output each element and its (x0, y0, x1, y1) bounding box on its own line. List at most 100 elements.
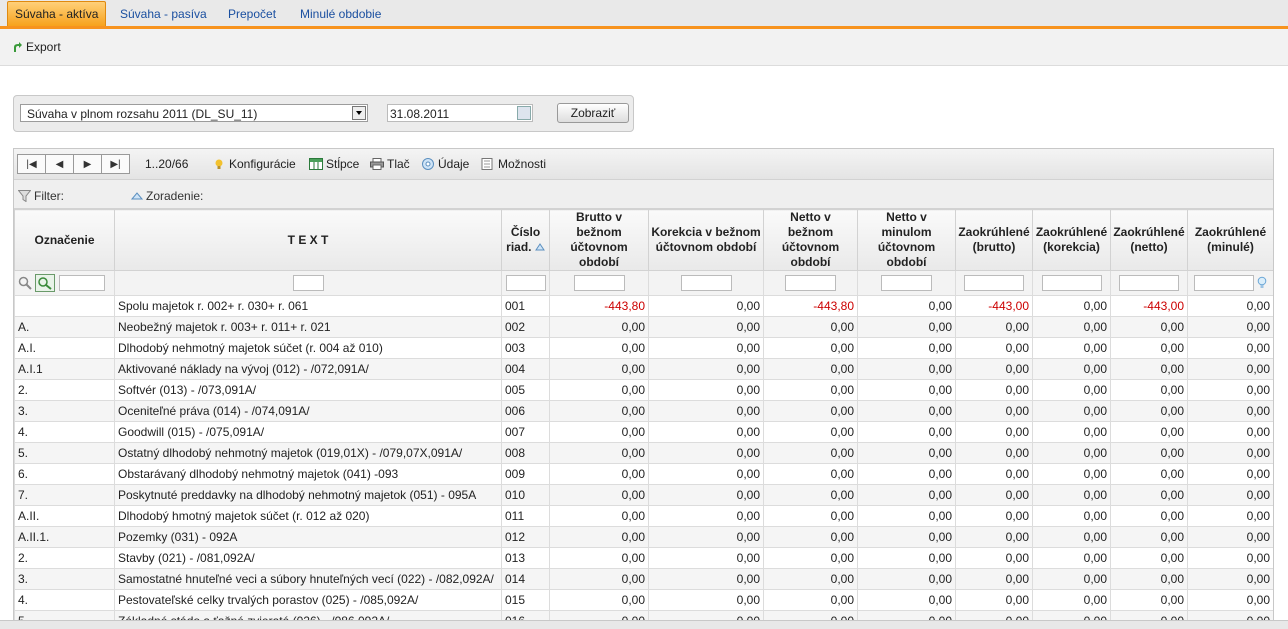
cell-zaok-netto: 0,00 (1111, 569, 1188, 590)
lightbulb-icon (212, 158, 226, 170)
table-row[interactable]: A.Neobežný majetok r. 003+ r. 011+ r. 02… (15, 317, 1274, 338)
table-row[interactable]: A.I.Dlhodobý nehmotný majetok súčet (r. … (15, 338, 1274, 359)
table-row[interactable]: A.II.1.Pozemky (031) - 092A0120,000,000,… (15, 527, 1274, 548)
cell-netto: 0,00 (764, 401, 858, 422)
search-apply-icon[interactable] (35, 274, 55, 292)
columns-button[interactable]: Stĺpce (309, 157, 359, 171)
cell-zaok-netto: 0,00 (1111, 338, 1188, 359)
cell-brutto: 0,00 (550, 317, 649, 338)
table-row[interactable]: 2.Softvér (013) - /073,091A/0050,000,000… (15, 380, 1274, 401)
cell-cislo: 013 (502, 548, 550, 569)
action-bar: Export (0, 29, 1288, 66)
date-value: 31.08.2011 (390, 107, 449, 121)
cell-netto: 0,00 (764, 506, 858, 527)
table-row[interactable]: 4.Goodwill (015) - /075,091A/0070,000,00… (15, 422, 1274, 443)
filter-input-netto-minulom[interactable] (881, 275, 932, 291)
table-row[interactable]: 3.Oceniteľné práva (014) - /074,091A/006… (15, 401, 1274, 422)
filter-cell-zaok-brutto (956, 271, 1033, 296)
filter-input-text[interactable] (293, 275, 324, 291)
cell-netto-minulom: 0,00 (858, 443, 956, 464)
export-button[interactable]: Export (12, 40, 61, 54)
col-zaok-netto[interactable]: Zaokrúhlené (netto) (1111, 210, 1188, 271)
tab-suvaha-aktiva[interactable]: Súvaha - aktíva (7, 1, 106, 26)
cell-brutto: 0,00 (550, 359, 649, 380)
cell-zaok-korekcia: 0,00 (1033, 296, 1111, 317)
table-row[interactable]: 3.Samostatné hnuteľné veci a súbory hnut… (15, 569, 1274, 590)
config-button[interactable]: Konfigurácie (212, 157, 296, 171)
col-netto-minulom[interactable]: Netto v minulom účtovnom období (858, 210, 956, 271)
cell-text: Spolu majetok r. 002+ r. 030+ r. 061 (115, 296, 502, 317)
col-text[interactable]: T E X T (115, 210, 502, 271)
sort-toggle[interactable]: Zoradenie: (131, 189, 203, 203)
cell-cislo: 004 (502, 359, 550, 380)
filter-cell-oznacenie (15, 271, 115, 296)
cell-zaok-netto: 0,00 (1111, 401, 1188, 422)
filter-input-zaok-minule[interactable] (1194, 275, 1254, 291)
date-field[interactable]: 31.08.2011 (387, 104, 533, 122)
col-netto[interactable]: Netto v bežnom účtovnom období (764, 210, 858, 271)
filter-input-zaok-korekcia[interactable] (1042, 275, 1102, 291)
chevron-down-icon[interactable] (352, 106, 366, 120)
filter-cell-brutto (550, 271, 649, 296)
cell-netto-minulom: 0,00 (858, 464, 956, 485)
table-row[interactable]: Spolu majetok r. 002+ r. 030+ r. 061001-… (15, 296, 1274, 317)
export-label: Export (26, 40, 61, 54)
first-page-button[interactable]: |◀ (18, 155, 46, 173)
filter-toggle[interactable]: Filter: (18, 189, 64, 203)
tab-minule-obdobie[interactable]: Minulé obdobie (293, 2, 388, 26)
sort-ascending-icon (131, 191, 143, 201)
data-button[interactable]: Údaje (421, 157, 469, 171)
cell-zaok-minule: 0,00 (1188, 443, 1274, 464)
cell-cislo: 003 (502, 338, 550, 359)
filter-input-zaok-brutto[interactable] (964, 275, 1024, 291)
cell-korekcia: 0,00 (649, 338, 764, 359)
table-row[interactable]: 7.Poskytnuté preddavky na dlhodobý nehmo… (15, 485, 1274, 506)
last-page-button[interactable]: ▶| (102, 155, 129, 173)
cell-zaok-korekcia: 0,00 (1033, 338, 1111, 359)
filter-input-zaok-netto[interactable] (1119, 275, 1179, 291)
cell-netto: 0,00 (764, 548, 858, 569)
prev-page-button[interactable]: ◀ (46, 155, 74, 173)
cell-oznacenie (15, 296, 115, 317)
cell-netto-minulom: 0,00 (858, 380, 956, 401)
print-button[interactable]: Tlač (370, 157, 410, 171)
filter-input-cislo[interactable] (506, 275, 546, 291)
calendar-icon[interactable] (517, 106, 531, 120)
cell-korekcia: 0,00 (649, 317, 764, 338)
search-icon[interactable] (18, 276, 32, 290)
cell-netto-minulom: 0,00 (858, 338, 956, 359)
table-row[interactable]: 2.Stavby (021) - /081,092A/0130,000,000,… (15, 548, 1274, 569)
col-brutto[interactable]: Brutto v bežnom účtovnom období (550, 210, 649, 271)
filter-input-netto[interactable] (785, 275, 836, 291)
filter-input-korekcia[interactable] (681, 275, 732, 291)
printer-icon (370, 158, 384, 170)
show-button[interactable]: Zobraziť (557, 103, 629, 123)
table-row[interactable]: A.II.Dlhodobý hmotný majetok súčet (r. 0… (15, 506, 1274, 527)
filter-input-oznacenie[interactable] (59, 275, 105, 291)
table-row[interactable]: 5.Ostatný dlhodobý nehmotný majetok (019… (15, 443, 1274, 464)
tab-prepocet[interactable]: Prepočet (221, 2, 283, 26)
tab-suvaha-pasiva[interactable]: Súvaha - pasíva (113, 2, 214, 26)
table-row[interactable]: 4.Pestovateľské celky trvalých porastov … (15, 590, 1274, 611)
cell-netto: 0,00 (764, 380, 858, 401)
cell-brutto: 0,00 (550, 401, 649, 422)
table-row[interactable]: A.I.1Aktivované náklady na vývoj (012) -… (15, 359, 1274, 380)
col-cislo[interactable]: Číslo riad. (502, 210, 550, 271)
col-zaok-korekcia[interactable]: Zaokrúhlené (korekcia) (1033, 210, 1111, 271)
report-select[interactable]: Súvaha v plnom rozsahu 2011 (DL_SU_11) (20, 104, 368, 122)
col-zaok-brutto[interactable]: Zaokrúhlené (brutto) (956, 210, 1033, 271)
filter-input-brutto[interactable] (574, 275, 625, 291)
report-parameters: Súvaha v plnom rozsahu 2011 (DL_SU_11) 3… (13, 95, 634, 132)
options-button[interactable]: Možnosti (481, 157, 546, 171)
next-page-button[interactable]: ▶ (74, 155, 102, 173)
col-korekcia[interactable]: Korekcia v bežnom účtovnom období (649, 210, 764, 271)
lightbulb-icon[interactable] (1257, 276, 1267, 290)
col-zaok-minule[interactable]: Zaokrúhlené (minulé) (1188, 210, 1274, 271)
table-row[interactable]: 6.Obstarávaný dlhodobý nehmotný majetok … (15, 464, 1274, 485)
cell-cislo: 001 (502, 296, 550, 317)
col-oznacenie[interactable]: Označenie (15, 210, 115, 271)
options-label: Možnosti (498, 157, 546, 171)
cell-zaok-netto: 0,00 (1111, 443, 1188, 464)
sort-label: Zoradenie: (146, 189, 203, 203)
cell-korekcia: 0,00 (649, 296, 764, 317)
